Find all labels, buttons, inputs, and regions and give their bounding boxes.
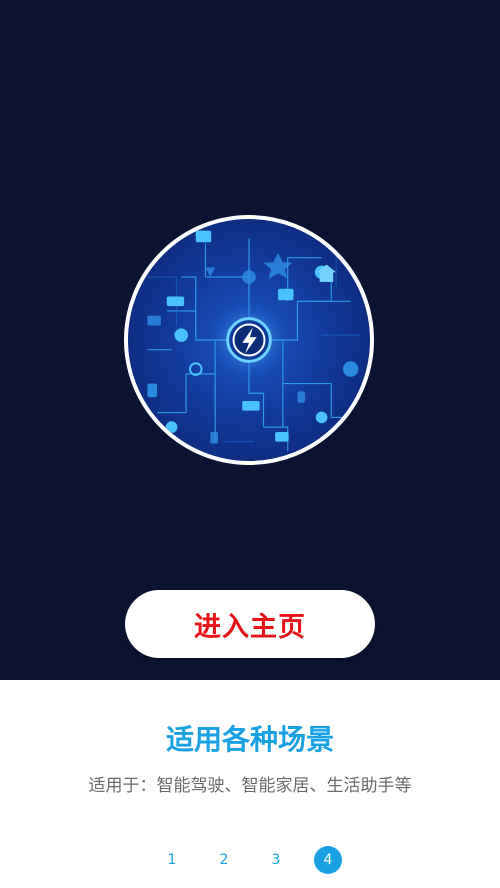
page-dot-4-active[interactable]: 4 bbox=[314, 846, 342, 874]
smart-network-icon bbox=[147, 230, 361, 452]
page-dot-3[interactable]: 3 bbox=[262, 846, 290, 874]
smart-network-illustration bbox=[124, 215, 374, 465]
page-indicator: 1 2 3 4 bbox=[0, 846, 500, 876]
page-dot-2[interactable]: 2 bbox=[210, 846, 238, 874]
page-subtitle: 适用于：智能驾驶、智能家居、生活助手等 bbox=[88, 776, 412, 796]
page-dot-1[interactable]: 1 bbox=[158, 846, 186, 874]
page-title: 适用各种场景 bbox=[165, 723, 334, 756]
enter-homepage-button[interactable]: 进入主页 bbox=[125, 590, 375, 658]
